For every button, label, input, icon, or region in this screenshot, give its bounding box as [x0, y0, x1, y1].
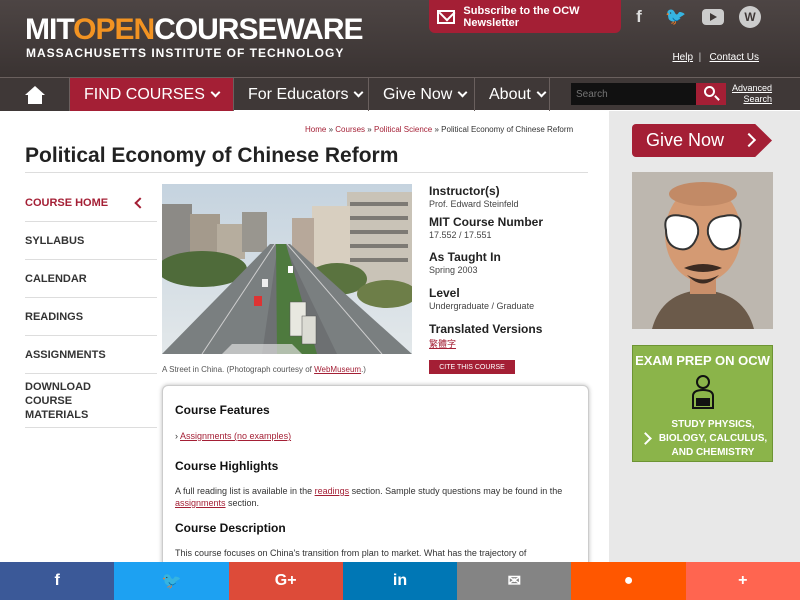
help-link[interactable]: Help — [672, 52, 693, 63]
contact-link[interactable]: Contact Us — [710, 52, 759, 63]
sidebar-item-calendar[interactable]: CALENDAR — [25, 260, 157, 298]
search-button[interactable] — [696, 83, 726, 105]
logo-subtitle: MASSACHUSETTS INSTITUTE OF TECHNOLOGY — [26, 46, 345, 60]
sidebar-item-readings[interactable]: READINGS — [25, 298, 157, 336]
exam-prep-body: STUDY PHYSICS, BIOLOGY, CALCULUS, AND CH… — [658, 419, 768, 458]
utility-links: Help | Contact Us — [672, 52, 759, 63]
exam-prep-ad[interactable]: EXAM PREP ON OCW STUDY PHYSICS, BIOLOGY,… — [632, 345, 773, 462]
chevron-down-icon — [457, 87, 468, 98]
photo-caption: A Street in China. (Photograph courtesy … — [162, 365, 366, 374]
course-features-panel: Course Features › Assignments (no exampl… — [162, 385, 589, 575]
instructor-label: Instructor(s) — [429, 184, 500, 198]
sidebar-item-assignments[interactable]: ASSIGNMENTS — [25, 336, 157, 374]
logo-courseware: COURSEWARE — [154, 13, 363, 46]
facebook-icon[interactable]: f — [0, 562, 115, 600]
divider — [25, 172, 588, 173]
facebook-icon[interactable]: f — [621, 0, 657, 33]
breadcrumb: Home » Courses » Political Science » Pol… — [305, 125, 574, 134]
newsletter-label: Subscribe to the OCW Newsletter — [463, 4, 580, 29]
description-text: This course focuses on China's transitio… — [175, 548, 527, 558]
main-nav: FIND COURSES For Educators Give Now Abou… — [0, 77, 800, 111]
assignments-feature-link[interactable]: Assignments (no examples) — [180, 431, 291, 441]
cite-course-button[interactable]: CITE THIS COURSE — [429, 360, 515, 374]
breadcrumb-current: Political Economy of Chinese Reform — [441, 125, 574, 134]
give-now-button[interactable]: Give Now — [632, 124, 772, 157]
assignments-link[interactable]: assignments — [175, 498, 226, 508]
translation-link[interactable]: 繁體字 — [429, 339, 456, 349]
twitter-icon[interactable]: 🐦 — [658, 0, 694, 33]
logo-open: OPEN — [73, 13, 155, 46]
share-bar: f 🐦 G+ in ✉ ● + — [0, 562, 800, 600]
breadcrumb-home[interactable]: Home — [305, 125, 326, 134]
chevron-down-icon — [354, 87, 364, 98]
chevron-left-icon — [134, 196, 146, 209]
advanced-search-link[interactable]: Advanced Search — [732, 83, 772, 105]
level-label: Level — [429, 286, 460, 300]
mail-icon — [437, 9, 456, 24]
nav-give-now[interactable]: Give Now — [369, 78, 475, 111]
features-heading: Course Features — [175, 403, 270, 417]
nav-for-educators[interactable]: For Educators — [234, 78, 369, 111]
home-button[interactable] — [0, 78, 70, 111]
ad-portrait-image[interactable] — [632, 172, 773, 329]
instructor-value: Prof. Edward Steinfeld — [429, 199, 519, 209]
logo-mit: MIT — [25, 13, 74, 46]
course-number-label: MIT Course Number — [429, 215, 544, 229]
reddit-icon[interactable]: ● — [571, 562, 686, 600]
taught-in-label: As Taught In — [429, 250, 501, 264]
chevron-down-icon — [536, 87, 547, 98]
email-icon[interactable]: ✉ — [457, 562, 572, 600]
linkedin-icon[interactable]: in — [342, 562, 458, 600]
sidebar-item-download[interactable]: DOWNLOAD COURSE MATERIALS — [25, 374, 157, 428]
more-icon[interactable]: + — [685, 562, 800, 600]
twitter-icon[interactable]: 🐦 — [114, 562, 229, 600]
wordpress-icon[interactable]: W — [732, 0, 768, 33]
nav-find-courses[interactable]: FIND COURSES — [70, 78, 234, 111]
nav-about[interactable]: About — [475, 78, 550, 111]
highlights-heading: Course Highlights — [175, 459, 279, 473]
breadcrumb-department[interactable]: Political Science — [374, 125, 432, 134]
readings-link[interactable]: readings — [315, 486, 350, 496]
youtube-icon[interactable] — [695, 0, 731, 33]
ocw-logo[interactable]: MITOPENCOURSEWARE — [25, 13, 364, 46]
newsletter-button[interactable]: Subscribe to the OCW Newsletter — [429, 0, 621, 33]
sidebar-item-syllabus[interactable]: SYLLABUS — [25, 222, 157, 260]
translated-label: Translated Versions — [429, 322, 543, 336]
taught-in-value: Spring 2003 — [429, 265, 478, 275]
chevron-right-icon — [741, 132, 757, 148]
exam-prep-title: EXAM PREP ON OCW — [635, 353, 770, 368]
description-heading: Course Description — [175, 521, 286, 535]
course-number-value: 17.552 / 17.551 — [429, 230, 492, 240]
breadcrumb-courses[interactable]: Courses — [335, 125, 365, 134]
sidebar-item-course-home[interactable]: COURSE HOME — [25, 184, 157, 222]
site-header: MITOPENCOURSEWARE MASSACHUSETTS INSTITUT… — [0, 0, 800, 77]
page-title: Political Economy of Chinese Reform — [25, 144, 399, 167]
home-icon — [24, 85, 45, 104]
student-icon — [692, 375, 714, 409]
course-photo — [162, 184, 412, 354]
google-plus-icon[interactable]: G+ — [228, 562, 343, 600]
search-icon — [704, 86, 715, 97]
chevron-right-icon — [639, 432, 652, 445]
level-value: Undergraduate / Graduate — [429, 301, 535, 311]
webmuseum-link[interactable]: WebMuseum — [314, 365, 361, 374]
chevron-down-icon — [210, 87, 221, 98]
highlights-text: A full reading list is available in the … — [175, 486, 563, 508]
